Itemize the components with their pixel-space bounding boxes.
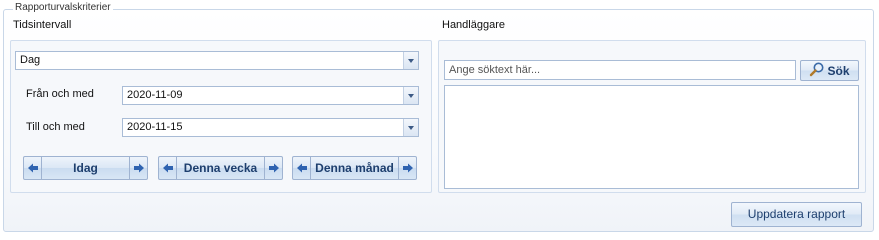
from-date-picker[interactable]: 2020-11-09 — [122, 86, 419, 105]
arrow-left-icon[interactable] — [24, 157, 42, 179]
search-button[interactable]: Sök — [800, 60, 859, 81]
chevron-down-icon[interactable] — [403, 87, 418, 104]
period-select-value: Dag — [20, 54, 41, 66]
this-month-button[interactable]: Denna månad — [311, 157, 398, 179]
chevron-down-icon[interactable] — [403, 119, 418, 136]
today-nav-group: Idag — [23, 156, 148, 180]
search-button-label: Sök — [827, 63, 850, 78]
to-date-value: 2020-11-15 — [127, 121, 183, 133]
period-select[interactable]: Dag — [15, 51, 419, 70]
arrow-right-icon[interactable] — [264, 157, 282, 179]
arrow-right-icon[interactable] — [398, 157, 416, 179]
arrow-right-icon[interactable] — [129, 157, 147, 179]
group-title: Rapporturvalskriterier — [13, 2, 113, 14]
from-date-label: Från och med — [26, 88, 94, 100]
to-date-label: Till och med — [26, 121, 85, 133]
arrow-left-icon[interactable] — [159, 157, 177, 179]
this-week-button[interactable]: Denna vecka — [177, 157, 264, 179]
handler-search-input[interactable]: Ange söktext här... — [444, 60, 796, 80]
month-nav-group: Denna månad — [292, 156, 417, 180]
chevron-down-icon[interactable] — [403, 52, 418, 69]
update-report-button[interactable]: Uppdatera rapport — [731, 202, 862, 227]
week-nav-group: Denna vecka — [158, 156, 283, 180]
magnifier-icon — [809, 61, 825, 80]
arrow-left-icon[interactable] — [293, 157, 311, 179]
time-interval-label: Tidsintervall — [13, 19, 72, 31]
from-date-value: 2020-11-09 — [127, 89, 183, 101]
handler-results-list[interactable] — [444, 85, 859, 189]
handler-label: Handläggare — [442, 19, 505, 31]
to-date-picker[interactable]: 2020-11-15 — [122, 118, 419, 137]
today-button[interactable]: Idag — [42, 157, 129, 179]
